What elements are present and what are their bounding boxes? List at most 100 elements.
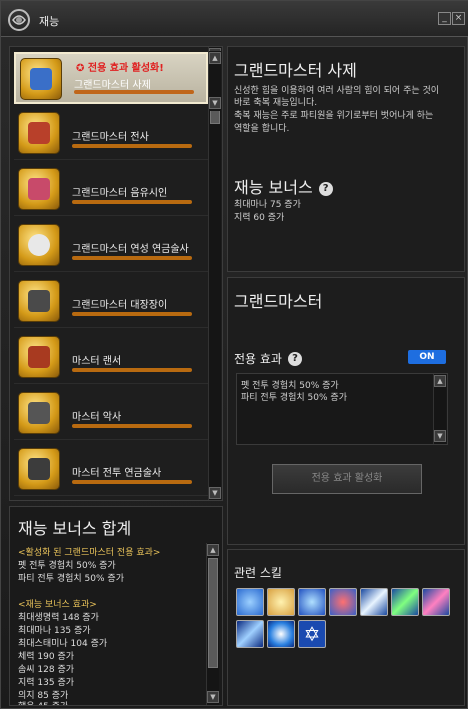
- lute-icon: [18, 168, 60, 210]
- talent-progress-bar: [72, 256, 192, 260]
- talent-item-master-musician[interactable]: 마스터 악사: [14, 388, 208, 440]
- bonus-line: 최대스태미나 104 증가: [18, 639, 108, 649]
- bonus-line: 지력 135 증가: [18, 678, 75, 688]
- exclusive-effect-title-text: 전용 효과: [234, 352, 282, 366]
- scroll-up-icon[interactable]: ▲: [209, 52, 221, 64]
- talent-bonus-line: 지력 60 증가: [234, 213, 285, 223]
- talent-label: 마스터 전투 연금술사: [72, 468, 162, 479]
- talent-item-master-lancer[interactable]: 마스터 랜서: [14, 332, 208, 384]
- talent-item-grandmaster-bard[interactable]: 그랜드마스터 음유시인: [14, 164, 208, 216]
- talent-bonus-line: 최대마나 75 증가: [234, 200, 301, 210]
- light-beam-icon[interactable]: [360, 588, 388, 616]
- bonus-line: 체력 190 증가: [18, 652, 75, 662]
- title-bar[interactable]: 재능 _ ×: [1, 1, 468, 37]
- talent-label: 그랜드마스터 대장장이: [72, 300, 168, 311]
- bonus-line: 최대생명력 148 증가: [18, 613, 99, 623]
- talent-progress-bar: [72, 424, 192, 428]
- talent-description-line: 축복 재능은 주로 파티원을 위기로부터 벗어나게 하는: [234, 111, 434, 121]
- talent-description-line: 역할을 합니다.: [234, 124, 290, 134]
- talent-item-grandmaster-warrior[interactable]: 그랜드마스터 전사: [14, 108, 208, 160]
- drum-icon: [18, 392, 60, 434]
- scroll-up-icon[interactable]: ▲: [434, 375, 446, 387]
- anvil-icon: [18, 280, 60, 322]
- scroll-icon[interactable]: [267, 588, 295, 616]
- star-icon: ✪: [76, 63, 85, 74]
- talent-label: 그랜드마스터 전사: [72, 132, 149, 143]
- bonus-effects-header: <재능 보너스 효과>: [18, 600, 97, 610]
- talent-detail-title: 그랜드마스터 사제: [234, 61, 357, 80]
- winged-heart-icon[interactable]: [329, 588, 357, 616]
- bonus-line: 최대마나 135 증가: [18, 626, 91, 636]
- exclusive-effect-line: 파티 전투 경험치 50% 증가: [241, 393, 347, 403]
- scroll-down-icon[interactable]: ▼: [209, 97, 221, 109]
- activate-exclusive-button[interactable]: 전용 효과 활성화: [272, 464, 422, 494]
- knot-logo-icon: [8, 9, 30, 31]
- exclusive-effect-title: 전용 효과?: [234, 350, 302, 367]
- talent-progress-bar: [72, 144, 192, 148]
- wing-shield-icon[interactable]: [236, 588, 264, 616]
- cylinder-icon: [18, 448, 60, 490]
- talent-window: 재능 _ × ✪ 전용 효과 활성화! 그랜드마스터 사제 그랜드마스터 전사 …: [0, 0, 468, 709]
- related-skills-title: 관련 스킬: [234, 566, 282, 580]
- bonus-line: 행운 45 증가: [18, 699, 68, 705]
- talent-progress-bar: [72, 312, 192, 316]
- talent-progress-bar: [72, 368, 192, 372]
- talent-bonus-title-text: 재능 보너스: [234, 178, 313, 197]
- exclusive-effect-scrollbar[interactable]: ▲ ▼: [433, 374, 446, 444]
- exclusive-effect-list: 펫 전투 경험치 50% 증가 파티 전투 경험치 50% 증가 ▲ ▼: [236, 373, 448, 445]
- talent-item-grandmaster-alchemist[interactable]: 그랜드마스터 연성 연금술사: [14, 220, 208, 272]
- talent-label: 마스터 악사: [72, 412, 122, 423]
- scroll-up-icon[interactable]: ▲: [207, 544, 219, 556]
- pink-beam-icon[interactable]: [422, 588, 450, 616]
- talent-detail-panel: 그랜드마스터 사제 신성한 힘을 이용하여 여러 사람의 힘이 되어 주는 것이…: [227, 46, 465, 272]
- blue-beam-icon[interactable]: [236, 620, 264, 648]
- envelope-icon: [20, 58, 62, 100]
- talent-list: ✪ 전용 효과 활성화! 그랜드마스터 사제 그랜드마스터 전사 그랜드마스터 …: [9, 46, 223, 501]
- bonus-total-title: 재능 보너스 합계: [18, 519, 132, 538]
- talent-progress-bar: [72, 480, 192, 484]
- exclusive-effect-line: 파티 전투 경험치 50% 증가: [18, 574, 124, 584]
- sword-icon: [18, 112, 60, 154]
- scroll-thumb[interactable]: [208, 558, 218, 668]
- green-beam-icon[interactable]: [391, 588, 419, 616]
- exclusive-effect-toggle[interactable]: ON: [408, 350, 446, 364]
- exclusive-active-text: 전용 효과 활성화!: [87, 63, 164, 74]
- minimize-icon: _: [442, 13, 447, 23]
- talent-description-line: 바로 축복 재능입니다.: [234, 98, 318, 108]
- talent-bonus-title: 재능 보너스?: [234, 174, 333, 198]
- grandmaster-panel: 그랜드마스터 전용 효과? ON 펫 전투 경험치 50% 증가 파티 전투 경…: [227, 277, 465, 545]
- scroll-down-icon[interactable]: ▼: [209, 487, 221, 499]
- talent-item-grandmaster-priest[interactable]: ✪ 전용 효과 활성화! 그랜드마스터 사제: [14, 52, 208, 104]
- bonus-total-panel: 재능 보너스 합계 <활성화 된 그랜드마스터 전용 효과> 펫 전투 경험치 …: [9, 506, 223, 706]
- blue-shield-icon[interactable]: [298, 588, 326, 616]
- exclusive-effects-header: <활성화 된 그랜드마스터 전용 효과>: [18, 548, 161, 558]
- detail-scrollbar[interactable]: ▲ ▼: [208, 51, 221, 111]
- talent-list-scrollbar[interactable]: ▲ ▼: [208, 47, 221, 500]
- star-of-david-icon[interactable]: ✡: [298, 620, 326, 648]
- talent-label: 그랜드마스터 연성 연금술사: [72, 244, 189, 255]
- scroll-down-icon[interactable]: ▼: [434, 430, 446, 442]
- crystal-orb-icon: [18, 224, 60, 266]
- close-icon: ×: [454, 13, 463, 23]
- window-title: 재능: [39, 15, 60, 28]
- minimize-button[interactable]: _: [438, 12, 451, 25]
- talent-progress-bar: [74, 90, 194, 94]
- scroll-down-icon[interactable]: ▼: [207, 691, 219, 703]
- lance-icon: [18, 336, 60, 378]
- bonus-scrollbar[interactable]: ▲ ▼: [206, 543, 219, 705]
- blue-burst-icon[interactable]: [267, 620, 295, 648]
- talent-item-grandmaster-blacksmith[interactable]: 그랜드마스터 대장장이: [14, 276, 208, 328]
- bonus-line: 솜씨 128 증가: [18, 665, 75, 675]
- talent-label: 그랜드마스터 음유시인: [72, 188, 168, 199]
- exclusive-active-label: ✪ 전용 효과 활성화!: [76, 59, 164, 74]
- talent-label: 마스터 랜서: [72, 356, 122, 367]
- talent-progress-bar: [72, 200, 192, 204]
- talent-item-master-battle-alchemist[interactable]: 마스터 전투 연금술사: [14, 444, 208, 496]
- related-skills-panel: 관련 스킬 ✡: [227, 549, 465, 706]
- grandmaster-title: 그랜드마스터: [234, 292, 323, 311]
- help-icon[interactable]: ?: [318, 182, 333, 196]
- help-icon[interactable]: ?: [287, 352, 302, 366]
- talent-label: 그랜드마스터 사제: [74, 80, 151, 91]
- exclusive-effect-line: 펫 전투 경험치 50% 증가: [18, 561, 116, 571]
- close-button[interactable]: ×: [452, 12, 465, 25]
